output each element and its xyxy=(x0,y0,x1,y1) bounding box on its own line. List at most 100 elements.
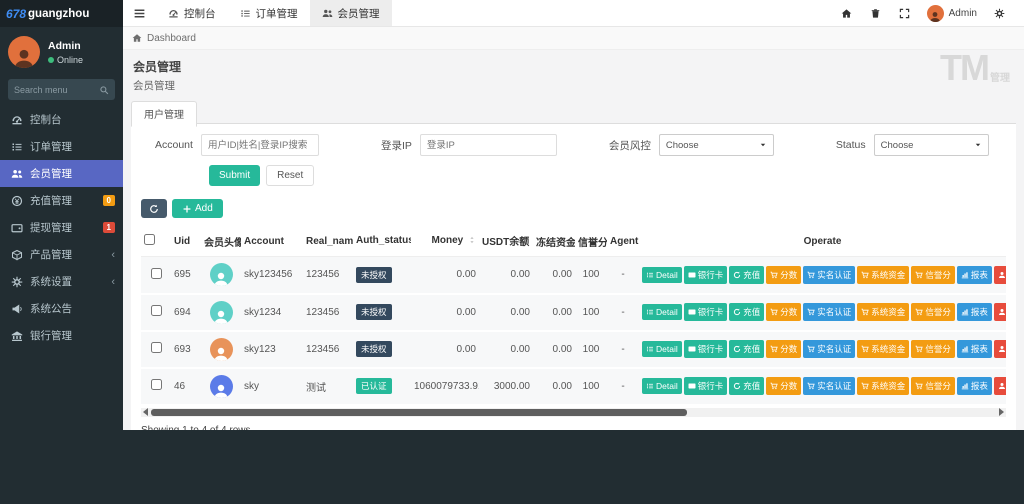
row-checkbox[interactable] xyxy=(151,268,162,279)
scroll-right-arrow-icon[interactable] xyxy=(999,408,1004,416)
avatar xyxy=(8,36,40,68)
menu-toggle-icon[interactable] xyxy=(123,0,156,26)
cell-credit-score: 100 xyxy=(575,368,607,405)
column-header-auth_status[interactable]: Auth_status xyxy=(353,226,411,257)
home-icon[interactable] xyxy=(832,0,861,26)
logo[interactable]: 678 guangzhou xyxy=(0,0,123,27)
gear-icon xyxy=(11,276,23,288)
column-header-avatar: 会员头像 xyxy=(201,226,241,257)
menu-badge: 0 xyxy=(103,195,115,206)
sidebar-item-console[interactable]: 控制台 xyxy=(0,106,123,133)
op-bankcard-button[interactable]: 银行卡 xyxy=(684,340,728,358)
breadcrumb[interactable]: Dashboard xyxy=(123,27,1024,50)
chart-icon xyxy=(961,382,969,390)
op-detail-button[interactable]: Detail xyxy=(642,267,682,283)
op-realname-auth-button[interactable]: 实名认证 xyxy=(803,303,855,321)
risk-select[interactable]: Choose xyxy=(659,134,774,156)
tab-members[interactable]: 会员管理 xyxy=(310,0,392,26)
account-input[interactable] xyxy=(201,134,319,156)
navbar-user[interactable]: Admin xyxy=(919,5,985,22)
op-score-button[interactable]: 分数 xyxy=(766,377,801,395)
card-icon xyxy=(688,308,696,316)
cart-icon xyxy=(915,271,923,279)
op-system-funds-button[interactable]: 系统资金 xyxy=(857,340,909,358)
sidebar-item-settings[interactable]: 系统设置‹ xyxy=(0,268,123,295)
sidebar-menu: 控制台订单管理会员管理充值管理0提现管理1产品管理‹系统设置‹系统公告银行管理 xyxy=(0,106,123,349)
horizontal-scrollbar[interactable] xyxy=(141,408,1006,417)
sidebar-item-withdraw[interactable]: 提现管理1 xyxy=(0,214,123,241)
cell-money: 0.00 xyxy=(411,331,479,368)
row-checkbox[interactable] xyxy=(151,379,162,390)
op-blacklist-button[interactable]: 设置黑名单 xyxy=(994,377,1006,395)
submit-button[interactable]: Submit xyxy=(209,165,260,186)
sidebar-item-members[interactable]: 会员管理 xyxy=(0,160,123,187)
column-header-usdt_balance[interactable]: USDT余额 xyxy=(479,226,533,257)
avatar xyxy=(927,5,944,22)
op-credit-score-button[interactable]: 信誉分 xyxy=(911,266,955,284)
op-credit-score-button[interactable]: 信誉分 xyxy=(911,377,955,395)
tab-console[interactable]: 控制台 xyxy=(156,0,228,26)
trash-icon[interactable] xyxy=(861,0,890,26)
op-blacklist-button[interactable]: 设置黑名单 xyxy=(994,303,1006,321)
sidebar-item-banks[interactable]: 银行管理 xyxy=(0,322,123,349)
sort-icon[interactable] xyxy=(468,236,476,247)
search-icon[interactable] xyxy=(99,85,109,95)
fullscreen-icon[interactable] xyxy=(890,0,919,26)
op-credit-score-button[interactable]: 信誉分 xyxy=(911,303,955,321)
op-recharge-button[interactable]: 充值 xyxy=(729,377,764,395)
refresh-icon xyxy=(733,308,741,316)
op-score-button[interactable]: 分数 xyxy=(766,303,801,321)
sidebar-item-recharge[interactable]: 充值管理0 xyxy=(0,187,123,214)
op-system-funds-button[interactable]: 系统资金 xyxy=(857,266,909,284)
card-icon xyxy=(688,382,696,390)
sidebar-item-announcements[interactable]: 系统公告 xyxy=(0,295,123,322)
op-realname-auth-button[interactable]: 实名认证 xyxy=(803,377,855,395)
gear-icon[interactable] xyxy=(985,0,1014,26)
column-header-money[interactable]: Money xyxy=(411,226,479,257)
table-row: 46sky测试已认证1060079733.913000.000.00100-De… xyxy=(141,368,1006,405)
op-score-button[interactable]: 分数 xyxy=(766,266,801,284)
op-detail-button[interactable]: Detail xyxy=(642,304,682,320)
login-ip-input[interactable] xyxy=(420,134,557,156)
op-blacklist-button[interactable]: 设置黑名单 xyxy=(994,340,1006,358)
scroll-left-arrow-icon[interactable] xyxy=(143,408,148,416)
op-score-button[interactable]: 分数 xyxy=(766,340,801,358)
op-detail-button[interactable]: Detail xyxy=(642,341,682,357)
op-bankcard-button[interactable]: 银行卡 xyxy=(684,377,728,395)
op-report-button[interactable]: 报表 xyxy=(957,340,992,358)
cell-frozen-funds: 0.00 xyxy=(533,257,575,294)
op-report-button[interactable]: 报表 xyxy=(957,266,992,284)
op-report-button[interactable]: 报表 xyxy=(957,303,992,321)
scrollbar-thumb[interactable] xyxy=(151,409,687,416)
op-system-funds-button[interactable]: 系统资金 xyxy=(857,303,909,321)
cart-icon xyxy=(807,308,815,316)
op-detail-button[interactable]: Detail xyxy=(642,378,682,394)
op-realname-auth-button[interactable]: 实名认证 xyxy=(803,340,855,358)
row-checkbox[interactable] xyxy=(151,305,162,316)
op-recharge-button[interactable]: 充值 xyxy=(729,266,764,284)
op-realname-auth-button[interactable]: 实名认证 xyxy=(803,266,855,284)
op-recharge-button[interactable]: 充值 xyxy=(729,340,764,358)
coin-icon xyxy=(11,195,23,207)
op-report-button[interactable]: 报表 xyxy=(957,377,992,395)
op-recharge-button[interactable]: 充值 xyxy=(729,303,764,321)
status-select[interactable]: Choose xyxy=(874,134,989,156)
op-bankcard-button[interactable]: 银行卡 xyxy=(684,266,728,284)
tab-orders[interactable]: 订单管理 xyxy=(228,0,310,26)
sidebar-item-orders[interactable]: 订单管理 xyxy=(0,133,123,160)
reset-button[interactable]: Reset xyxy=(266,165,314,186)
table-row: 694sky1234123456未授权0.000.000.00100-Detai… xyxy=(141,294,1006,331)
op-bankcard-button[interactable]: 银行卡 xyxy=(684,303,728,321)
sidebar-item-products[interactable]: 产品管理‹ xyxy=(0,241,123,268)
refresh-button[interactable] xyxy=(141,199,167,218)
cell-agent: - xyxy=(607,257,639,294)
row-checkbox[interactable] xyxy=(151,342,162,353)
op-credit-score-button[interactable]: 信誉分 xyxy=(911,340,955,358)
tab-user-management[interactable]: 用户管理 xyxy=(131,101,197,127)
op-system-funds-button[interactable]: 系统资金 xyxy=(857,377,909,395)
cell-money: 1060079733.91 xyxy=(411,368,479,405)
sidebar-search-input[interactable] xyxy=(14,85,99,95)
op-blacklist-button[interactable]: 设置黑名单 xyxy=(994,266,1006,284)
add-button[interactable]: Add xyxy=(172,199,223,218)
select-all-checkbox[interactable] xyxy=(144,234,155,245)
